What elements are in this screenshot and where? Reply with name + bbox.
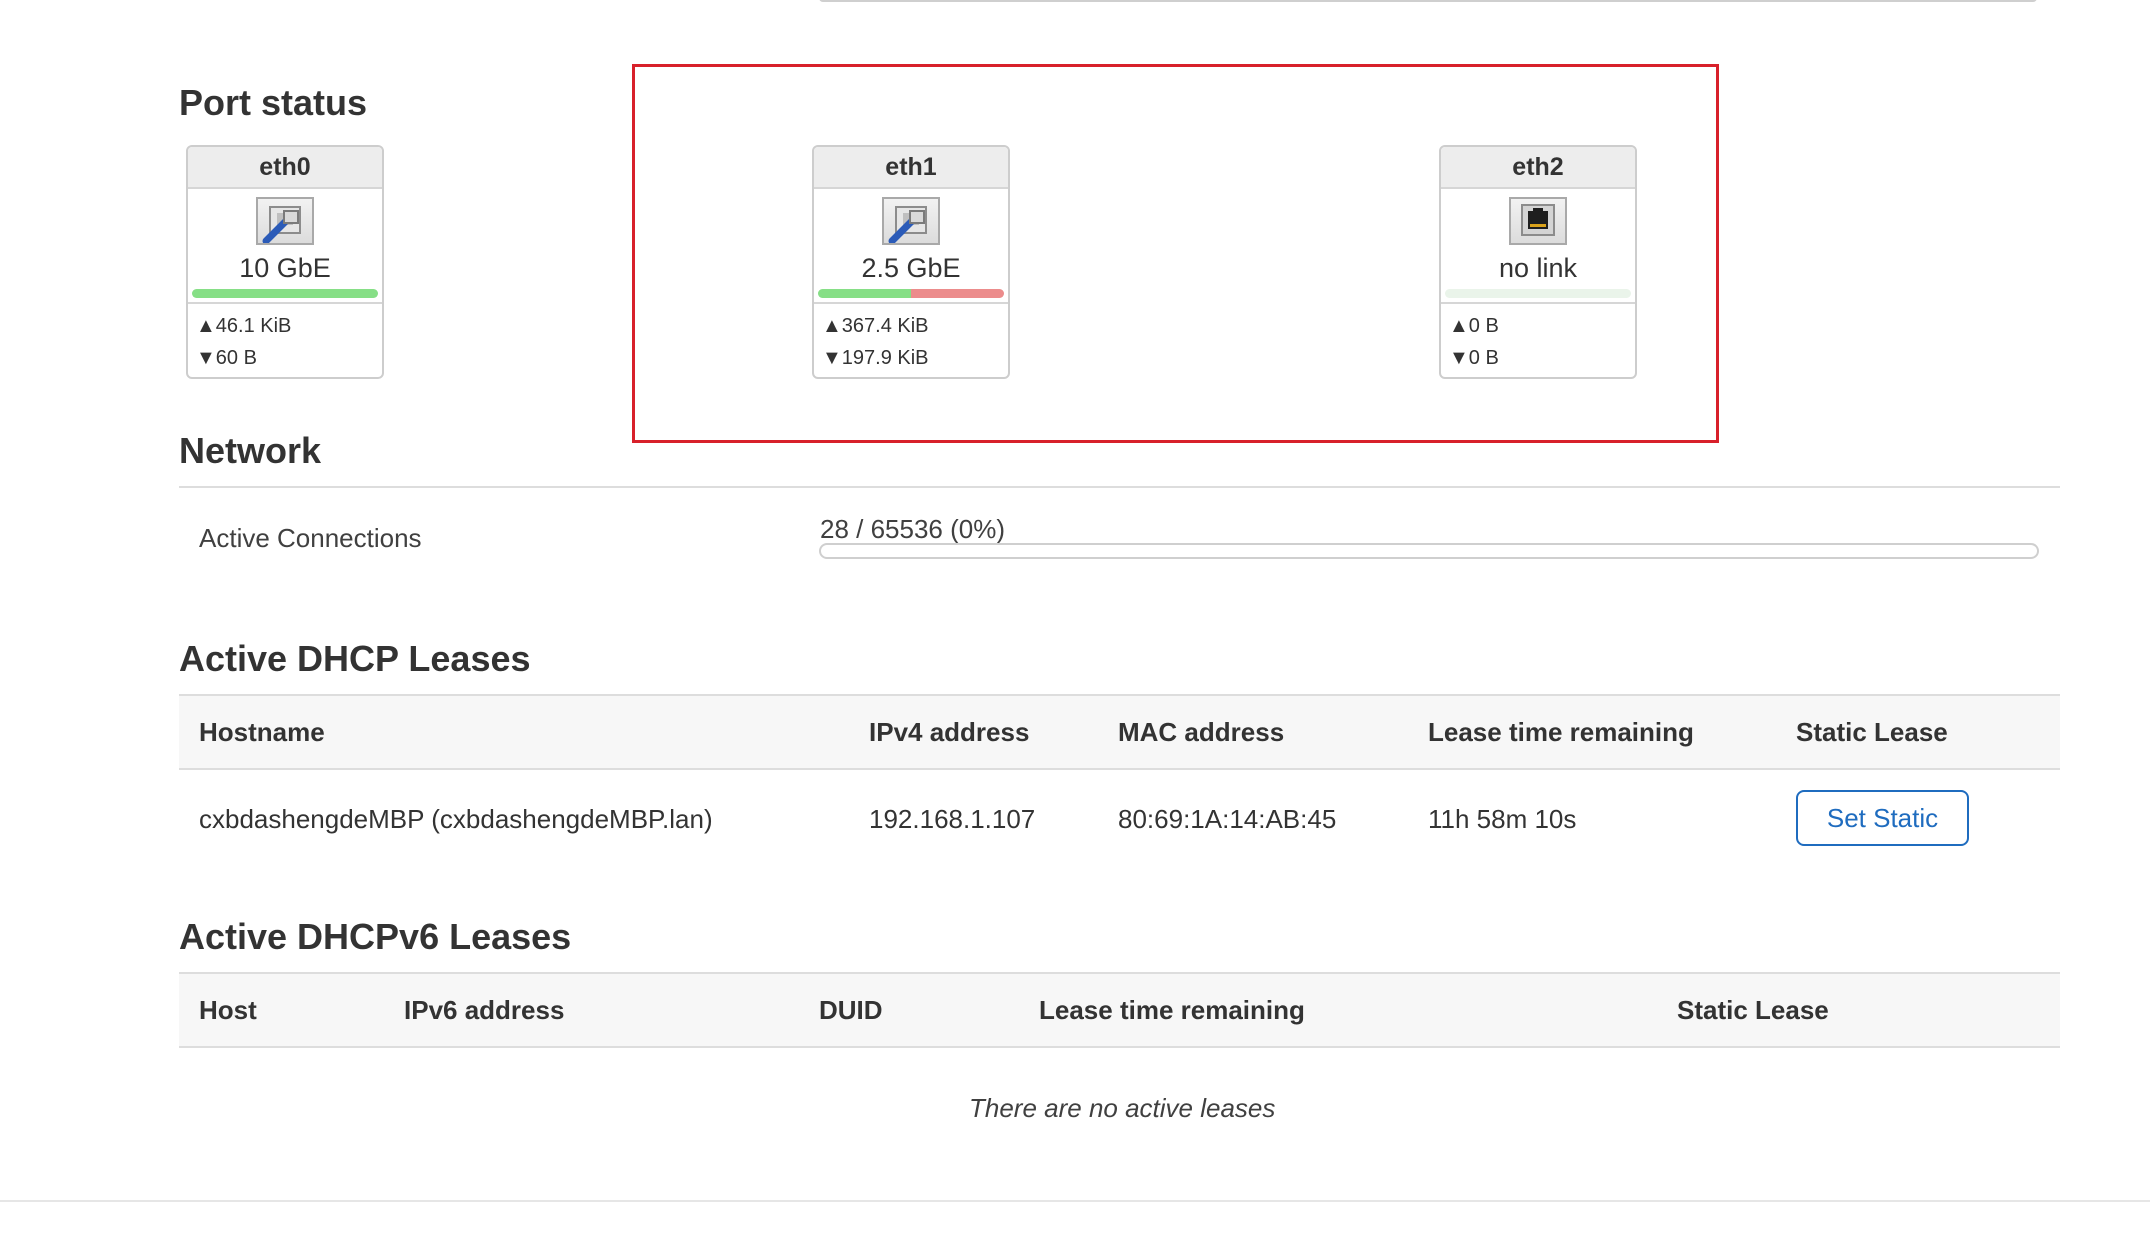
port-speed: 10 GbE — [239, 253, 331, 283]
col-host: Host — [199, 995, 257, 1025]
lease-hostname: cxbdashengdeMBP (cxbdashengdeMBP.lan) — [199, 804, 713, 834]
set-static-button[interactable]: Set Static — [1796, 790, 1969, 846]
port-tx: ▲46.1 KiB — [196, 315, 292, 337]
port-rx: ▼60 B — [196, 347, 257, 369]
port-status-title: Port status — [179, 82, 368, 123]
active-connections-bar — [819, 543, 2039, 559]
port-card-eth2: eth2 no link ▲0 B ▼0 B — [1439, 145, 1637, 379]
col-hostname: Hostname — [199, 717, 325, 747]
tx-bar — [818, 289, 911, 298]
top-progress-bar — [819, 0, 2037, 2]
lease-time-remaining: 11h 58m 10s — [1428, 804, 1577, 834]
port-card-eth1: eth1 2.5 GbE ▲367.4 KiB ▼197.9 KiB — [812, 145, 1010, 379]
port-name: eth2 — [1441, 147, 1635, 189]
dhcp-leases-title: Active DHCP Leases — [179, 638, 531, 679]
port-name: eth0 — [188, 147, 382, 189]
ethernet-port-disconnected-icon — [1509, 197, 1567, 245]
footer-divider — [0, 1200, 2150, 1202]
divider — [179, 486, 2060, 488]
lease-ipv4: 192.168.1.107 — [869, 804, 1036, 834]
no-leases-message: There are no active leases — [969, 1093, 1276, 1123]
col-v6-lease-time: Lease time remaining — [1039, 995, 1305, 1025]
port-traffic-bar — [192, 289, 378, 298]
col-mac: MAC address — [1118, 717, 1285, 747]
dhcpv6-leases-title: Active DHCPv6 Leases — [179, 916, 572, 957]
col-duid: DUID — [819, 995, 883, 1025]
port-rx: ▼197.9 KiB — [822, 347, 929, 369]
port-tx: ▲0 B — [1449, 315, 1499, 337]
port-speed: no link — [1498, 253, 1578, 283]
tx-bar — [192, 289, 378, 298]
active-connections-value: 28 / 65536 (0%) — [820, 514, 1006, 544]
network-title: Network — [179, 430, 322, 471]
ethernet-port-connected-icon — [256, 197, 314, 245]
lease-mac: 80:69:1A:14:AB:45 — [1118, 804, 1337, 834]
col-ipv4: IPv4 address — [869, 717, 1030, 747]
ethernet-port-connected-icon — [882, 197, 940, 245]
port-traffic-bar — [1445, 289, 1631, 298]
port-card-eth0: eth0 10 GbE ▲46.1 KiB ▼60 B — [186, 145, 384, 379]
port-speed: 2.5 GbE — [861, 253, 961, 283]
active-connections-label: Active Connections — [199, 523, 422, 553]
col-static-lease: Static Lease — [1796, 717, 1948, 747]
port-tx: ▲367.4 KiB — [822, 315, 929, 337]
col-ipv6: IPv6 address — [404, 995, 565, 1025]
port-traffic-bar — [818, 289, 1004, 298]
port-rx: ▼0 B — [1449, 347, 1499, 369]
port-name: eth1 — [814, 147, 1008, 189]
col-lease-time: Lease time remaining — [1428, 717, 1694, 747]
col-v6-static-lease: Static Lease — [1677, 995, 1829, 1025]
rx-bar — [911, 289, 1004, 298]
